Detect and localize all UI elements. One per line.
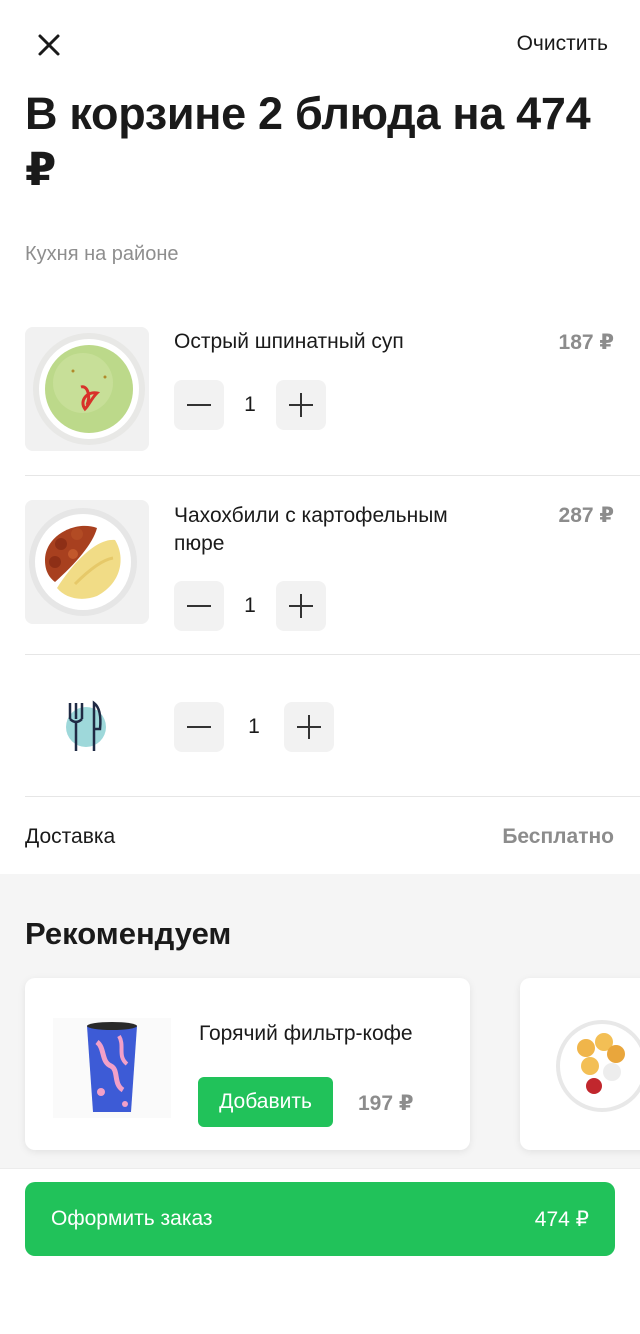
page-title: В корзине 2 блюда на 474 ₽ (25, 88, 591, 195)
item-name: Чахохбили с картофельным пюре (174, 504, 448, 555)
spinach-soup-image (25, 327, 149, 451)
cutlery-icon (60, 697, 110, 757)
checkout-label: Оформить заказ (51, 1207, 213, 1230)
increase-button[interactable] (276, 581, 326, 631)
close-icon[interactable] (30, 26, 68, 64)
quantity-value: 1 (244, 594, 256, 617)
increase-button[interactable] (276, 380, 326, 430)
minus-icon (187, 726, 211, 728)
quantity-value: 1 (244, 393, 256, 416)
checkout-total: 474 ₽ (534, 1208, 589, 1231)
chakhokhbili-image (25, 500, 149, 624)
decrease-button[interactable] (174, 581, 224, 631)
coffee-cup-image (53, 1018, 171, 1118)
recommendation-card[interactable] (520, 978, 640, 1150)
add-button[interactable]: Добавить (198, 1077, 333, 1127)
divider (25, 475, 640, 476)
cutlery-stepper: 1 (174, 702, 334, 752)
header: Очистить (0, 0, 640, 90)
plus-icon (289, 393, 313, 417)
decrease-button[interactable] (174, 380, 224, 430)
quantity-stepper: 1 (174, 581, 326, 631)
clear-cart-button[interactable]: Очистить (517, 32, 608, 56)
plus-icon (289, 594, 313, 618)
minus-icon (187, 404, 211, 406)
plus-icon (297, 715, 321, 739)
item-price: 287 ₽ (558, 504, 614, 527)
increase-button[interactable] (284, 702, 334, 752)
recommendations-title: Рекомендуем (25, 916, 232, 951)
restaurant-name: Кухня на районе (25, 243, 179, 265)
quantity-stepper: 1 (174, 380, 326, 430)
checkout-button[interactable]: Оформить заказ 474 ₽ (25, 1182, 615, 1256)
quantity-value: 1 (248, 715, 260, 738)
recommendation-name: Горячий фильтр-кофе (199, 1022, 413, 1045)
divider (25, 796, 640, 797)
minus-icon (187, 605, 211, 607)
recommendation-card[interactable]: Горячий фильтр-кофе Добавить 197 ₽ (25, 978, 470, 1150)
decrease-button[interactable] (174, 702, 224, 752)
footer: Оформить заказ 474 ₽ (0, 1168, 640, 1334)
recommendation-price: 197 ₽ (358, 1092, 414, 1115)
divider (25, 654, 640, 655)
item-name: Острый шпинатный суп (174, 330, 404, 353)
delivery-value: Бесплатно (502, 825, 614, 848)
recommendations-section: Рекомендуем Горячий фильтр-кофе Добавить… (0, 874, 640, 1168)
syrniki-image (556, 1020, 640, 1112)
item-price: 187 ₽ (558, 331, 614, 354)
delivery-label: Доставка (25, 825, 116, 848)
